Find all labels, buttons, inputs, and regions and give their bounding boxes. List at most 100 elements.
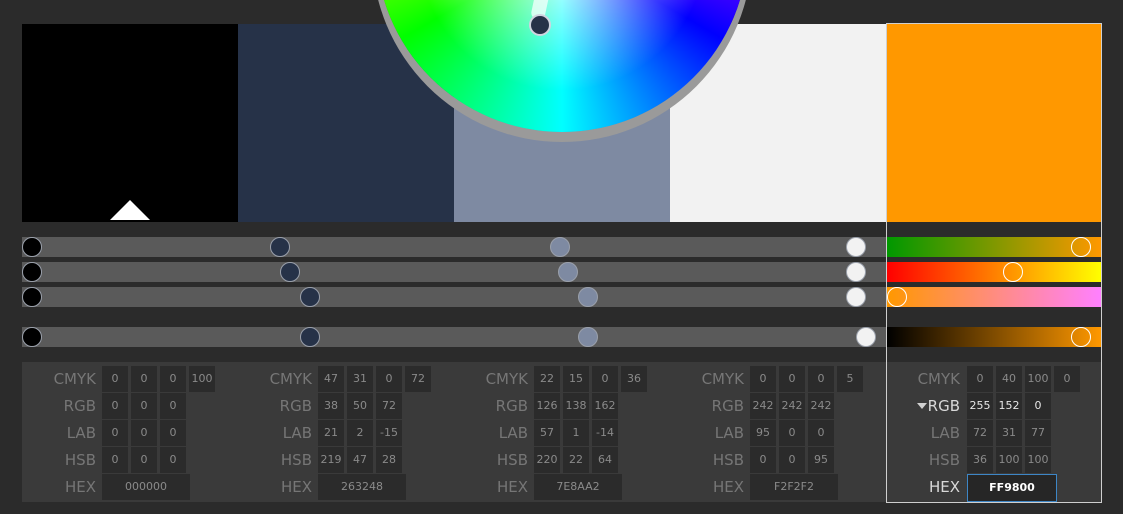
hsb-value-field[interactable]: 64 — [592, 447, 618, 473]
cmyk-value-field[interactable]: 0 — [967, 366, 993, 392]
cmyk-value-field[interactable]: 31 — [347, 366, 373, 392]
slider-handle[interactable] — [549, 237, 570, 257]
active-gradient-4[interactable] — [887, 327, 1101, 347]
active-gradient-2[interactable] — [887, 262, 1101, 282]
cmyk-label[interactable]: CMYK — [232, 366, 312, 392]
lab-value-field[interactable]: 0 — [808, 420, 834, 446]
lab-label[interactable]: LAB — [16, 420, 96, 446]
cmyk-value-field[interactable]: 0 — [376, 366, 402, 392]
rgb-value-field[interactable]: 138 — [563, 393, 589, 419]
cmyk-value-field[interactable]: 0 — [160, 366, 186, 392]
lab-value-field[interactable]: 21 — [318, 420, 344, 446]
hsb-value-field[interactable]: 0 — [102, 447, 128, 473]
lab-value-field[interactable]: 1 — [563, 420, 589, 446]
lab-value-field[interactable]: 57 — [534, 420, 560, 446]
hsb-value-field[interactable]: 22 — [563, 447, 589, 473]
active-slider-handle[interactable] — [887, 287, 907, 307]
lab-value-field[interactable]: 77 — [1025, 420, 1051, 446]
lab-value-field[interactable]: 95 — [750, 420, 776, 446]
rgb-value-field[interactable]: 242 — [750, 393, 776, 419]
hsb-value-field[interactable]: 47 — [347, 447, 373, 473]
rgb-value-field[interactable]: 38 — [318, 393, 344, 419]
lab-value-field[interactable]: -15 — [376, 420, 402, 446]
slider-handle[interactable] — [855, 327, 876, 347]
hsb-label[interactable]: HSB — [880, 447, 960, 473]
hsb-value-field[interactable]: 0 — [160, 447, 186, 473]
active-gradient-1[interactable] — [887, 237, 1101, 257]
cmyk-value-field[interactable]: 40 — [996, 366, 1022, 392]
rgb-value-field[interactable]: 255 — [967, 393, 993, 419]
slider-track-1[interactable] — [22, 237, 886, 257]
hsb-value-field[interactable]: 28 — [376, 447, 402, 473]
lab-label[interactable]: LAB — [880, 420, 960, 446]
slider-handle[interactable] — [22, 327, 42, 347]
cmyk-value-field[interactable]: 0 — [1054, 366, 1080, 392]
slider-handle[interactable] — [22, 262, 42, 282]
cmyk-label[interactable]: CMYK — [448, 366, 528, 392]
hsb-value-field[interactable]: 0 — [750, 447, 776, 473]
cmyk-value-field[interactable]: 100 — [189, 366, 215, 392]
hsb-label[interactable]: HSB — [664, 447, 744, 473]
slider-handle[interactable] — [845, 237, 866, 257]
slider-handle[interactable] — [557, 262, 578, 282]
caret-down-icon[interactable] — [917, 403, 927, 409]
hsb-label[interactable]: HSB — [232, 447, 312, 473]
hsb-value-field[interactable]: 95 — [808, 447, 834, 473]
slider-handle[interactable] — [22, 237, 42, 257]
rgb-value-field[interactable]: 152 — [996, 393, 1022, 419]
rgb-label[interactable]: RGB — [16, 393, 96, 419]
lab-label[interactable]: LAB — [664, 420, 744, 446]
slider-handle[interactable] — [845, 287, 866, 307]
rgb-value-field[interactable]: 162 — [592, 393, 618, 419]
hsb-value-field[interactable]: 0 — [131, 447, 157, 473]
hsb-label[interactable]: HSB — [448, 447, 528, 473]
slider-handle[interactable] — [270, 237, 291, 257]
lab-label[interactable]: LAB — [232, 420, 312, 446]
lab-value-field[interactable]: 0 — [779, 420, 805, 446]
slider-track-4[interactable] — [22, 327, 886, 347]
hex-value-field[interactable]: 7E8AA2 — [534, 474, 622, 500]
lab-label[interactable]: LAB — [448, 420, 528, 446]
active-gradient-3[interactable] — [887, 287, 1101, 307]
slider-handle[interactable] — [299, 327, 320, 347]
cmyk-label[interactable]: CMYK — [664, 366, 744, 392]
hsb-value-field[interactable]: 36 — [967, 447, 993, 473]
cmyk-value-field[interactable]: 0 — [592, 366, 618, 392]
rgb-value-field[interactable]: 72 — [376, 393, 402, 419]
hex-value-field[interactable]: 263248 — [318, 474, 406, 500]
slider-handle[interactable] — [299, 287, 320, 307]
rgb-label[interactable]: RGB — [448, 393, 528, 419]
lab-value-field[interactable]: 0 — [102, 420, 128, 446]
lab-value-field[interactable]: 0 — [160, 420, 186, 446]
cmyk-value-field[interactable]: 100 — [1025, 366, 1051, 392]
lab-value-field[interactable]: 0 — [131, 420, 157, 446]
rgb-label[interactable]: RGB — [664, 393, 744, 419]
cmyk-label[interactable]: CMYK — [880, 366, 960, 392]
hsb-label[interactable]: HSB — [16, 447, 96, 473]
lab-value-field[interactable]: 2 — [347, 420, 373, 446]
swatch-1[interactable] — [22, 24, 238, 222]
rgb-label[interactable]: RGB — [232, 393, 312, 419]
cmyk-value-field[interactable]: 47 — [318, 366, 344, 392]
cmyk-value-field[interactable]: 0 — [779, 366, 805, 392]
lab-value-field[interactable]: 31 — [996, 420, 1022, 446]
hsb-value-field[interactable]: 0 — [779, 447, 805, 473]
slider-track-2[interactable] — [22, 262, 886, 282]
slider-handle[interactable] — [22, 287, 42, 307]
rgb-value-field[interactable]: 50 — [347, 393, 373, 419]
rgb-value-field[interactable]: 242 — [779, 393, 805, 419]
cmyk-value-field[interactable]: 15 — [563, 366, 589, 392]
cmyk-label[interactable]: CMYK — [16, 366, 96, 392]
slider-handle[interactable] — [845, 262, 866, 282]
cmyk-value-field[interactable]: 0 — [131, 366, 157, 392]
rgb-value-field[interactable]: 0 — [160, 393, 186, 419]
hsb-value-field[interactable]: 100 — [996, 447, 1022, 473]
lab-value-field[interactable]: 72 — [967, 420, 993, 446]
hsb-value-field[interactable]: 219 — [318, 447, 344, 473]
wheel-handle[interactable] — [529, 14, 551, 36]
hex-value-field[interactable]: 000000 — [102, 474, 190, 500]
cmyk-value-field[interactable]: 22 — [534, 366, 560, 392]
cmyk-value-field[interactable]: 0 — [808, 366, 834, 392]
slider-track-3[interactable] — [22, 287, 886, 307]
hex-value-field[interactable]: FF9800 — [967, 474, 1057, 502]
